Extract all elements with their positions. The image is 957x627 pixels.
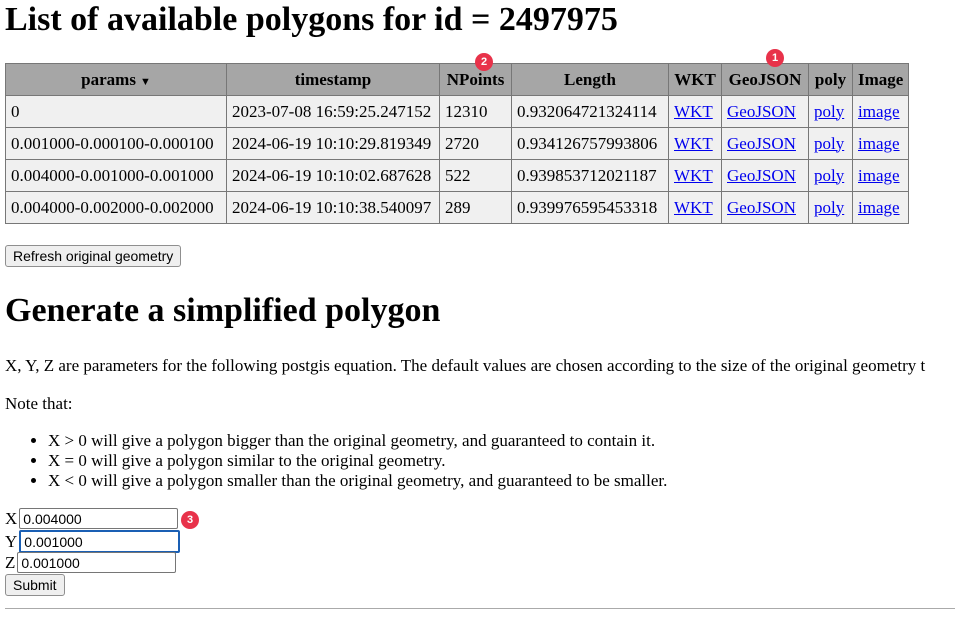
- cell-npoints: 522: [439, 159, 512, 192]
- column-header-timestamp[interactable]: timestamp: [226, 63, 440, 96]
- cell-geojson: GeoJSON: [721, 191, 809, 224]
- refresh-geometry-button[interactable]: Refresh original geometry: [5, 245, 182, 267]
- list-item: X = 0 will give a polygon similar to the…: [48, 451, 667, 471]
- z-field-row: Z: [5, 552, 177, 573]
- x-input[interactable]: [19, 508, 179, 529]
- cell-wkt: WKT: [668, 159, 722, 192]
- table-row: 0.004000-0.001000-0.001000 2024-06-19 10…: [5, 159, 910, 192]
- divider: [5, 608, 955, 609]
- x-label: X: [5, 508, 18, 528]
- wkt-link[interactable]: WKT: [674, 198, 713, 217]
- geojson-link[interactable]: GeoJSON: [727, 166, 796, 185]
- cell-params: 0.001000-0.000100-0.000100: [5, 127, 227, 160]
- cell-timestamp: 2024-06-19 10:10:38.540097: [226, 191, 440, 224]
- annotation-badge-3: 3: [181, 511, 199, 529]
- x-field-row: X: [5, 508, 179, 529]
- cell-poly: poly: [808, 191, 853, 224]
- column-header-poly: poly: [808, 63, 853, 96]
- geojson-link[interactable]: GeoJSON: [727, 102, 796, 121]
- poly-link[interactable]: poly: [814, 134, 844, 153]
- column-header-geojson: GeoJSON: [721, 63, 809, 96]
- cell-poly: poly: [808, 159, 853, 192]
- cell-wkt: WKT: [668, 127, 722, 160]
- table-row: 0 2023-07-08 16:59:25.247152 12310 0.932…: [5, 95, 910, 128]
- cell-image: image: [851, 159, 910, 192]
- image-link[interactable]: image: [858, 198, 900, 217]
- cell-geojson: GeoJSON: [721, 159, 809, 192]
- cell-npoints: 12310: [439, 95, 512, 128]
- table-row: 0.004000-0.002000-0.002000 2024-06-19 10…: [5, 191, 910, 224]
- wkt-link[interactable]: WKT: [674, 102, 713, 121]
- polygons-table: params ▼ timestamp NPoints Length WKT Geo…: [5, 63, 910, 224]
- poly-link[interactable]: poly: [814, 198, 844, 217]
- image-link[interactable]: image: [858, 166, 900, 185]
- page-title: List of available polygons for id = 2497…: [5, 1, 618, 38]
- annotation-badge-1: 1: [766, 49, 784, 67]
- cell-image: image: [851, 127, 910, 160]
- notes-list: X > 0 will give a polygon bigger than th…: [5, 431, 667, 491]
- column-header-image: Image: [851, 63, 910, 96]
- cell-poly: poly: [808, 95, 853, 128]
- y-field-row: Y: [5, 530, 181, 553]
- image-link[interactable]: image: [858, 134, 900, 153]
- poly-link[interactable]: poly: [814, 166, 844, 185]
- table-header-row: params ▼ timestamp NPoints Length WKT Geo…: [5, 63, 910, 96]
- z-input[interactable]: [17, 552, 177, 573]
- cell-params: 0: [5, 95, 227, 128]
- column-header-npoints[interactable]: NPoints: [439, 63, 512, 96]
- z-label: Z: [5, 552, 16, 572]
- y-label: Y: [5, 531, 18, 551]
- list-item: X > 0 will give a polygon bigger than th…: [48, 431, 667, 451]
- cell-poly: poly: [808, 127, 853, 160]
- cell-params: 0.004000-0.001000-0.001000: [5, 159, 227, 192]
- description-text: X, Y, Z are parameters for the following…: [5, 356, 926, 375]
- column-header-length[interactable]: Length: [511, 63, 669, 96]
- cell-geojson: GeoJSON: [721, 95, 809, 128]
- cell-length: 0.932064721324114: [511, 95, 669, 128]
- cell-npoints: 289: [439, 191, 512, 224]
- cell-image: image: [851, 191, 910, 224]
- cell-length: 0.939853712021187: [511, 159, 669, 192]
- cell-npoints: 2720: [439, 127, 512, 160]
- geojson-link[interactable]: GeoJSON: [727, 198, 796, 217]
- poly-link[interactable]: poly: [814, 102, 844, 121]
- note-label: Note that:: [5, 394, 73, 413]
- geojson-link[interactable]: GeoJSON: [727, 134, 796, 153]
- cell-wkt: WKT: [668, 95, 722, 128]
- cell-params: 0.004000-0.002000-0.002000: [5, 191, 227, 224]
- column-header-wkt: WKT: [668, 63, 722, 96]
- wkt-link[interactable]: WKT: [674, 166, 713, 185]
- submit-button[interactable]: Submit: [5, 574, 65, 596]
- section-title: Generate a simplified polygon: [5, 292, 441, 329]
- wkt-link[interactable]: WKT: [674, 134, 713, 153]
- cell-timestamp: 2024-06-19 10:10:02.687628: [226, 159, 440, 192]
- cell-timestamp: 2024-06-19 10:10:29.819349: [226, 127, 440, 160]
- sort-down-icon: ▼: [139, 75, 151, 88]
- image-link[interactable]: image: [858, 102, 900, 121]
- cell-length: 0.934126757993806: [511, 127, 669, 160]
- list-item: X < 0 will give a polygon smaller than t…: [48, 471, 667, 491]
- annotation-badge-2: 2: [475, 53, 493, 71]
- column-header-params[interactable]: params ▼: [5, 63, 227, 96]
- cell-geojson: GeoJSON: [721, 127, 809, 160]
- cell-wkt: WKT: [668, 191, 722, 224]
- table-row: 0.001000-0.000100-0.000100 2024-06-19 10…: [5, 127, 910, 160]
- y-input[interactable]: [19, 530, 181, 553]
- cell-timestamp: 2023-07-08 16:59:25.247152: [226, 95, 440, 128]
- cell-image: image: [851, 95, 910, 128]
- cell-length: 0.939976595453318: [511, 191, 669, 224]
